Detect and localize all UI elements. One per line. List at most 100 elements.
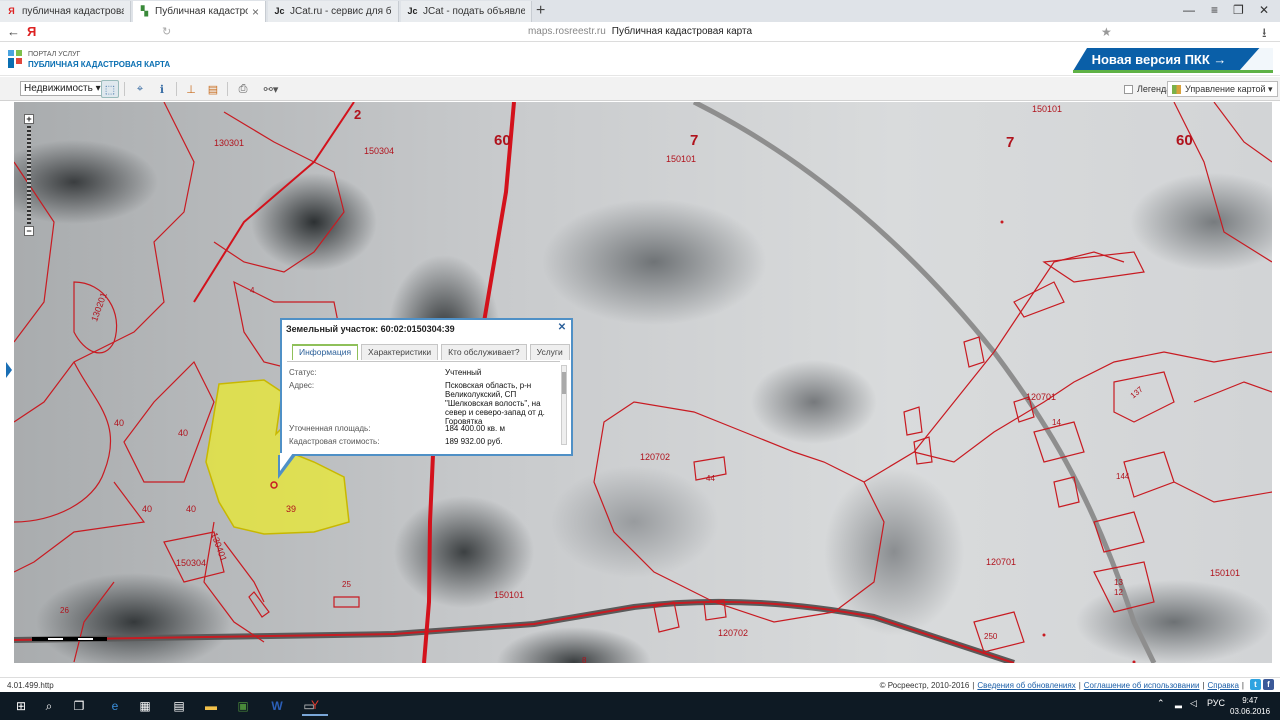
map-label: 150304 <box>364 146 395 156</box>
app-icon[interactable]: ▣ <box>232 696 254 716</box>
row-label: Статус: <box>289 368 317 377</box>
select-tool-icon[interactable]: ⬚ <box>101 80 119 98</box>
tab-who-serves[interactable]: Кто обслуживает? <box>441 344 527 360</box>
tab-characteristics[interactable]: Характеристики <box>361 344 439 360</box>
pkk-icon: ▚ <box>141 6 148 16</box>
info-tool-icon[interactable]: ℹ <box>153 80 171 98</box>
yandex-browser-icon[interactable]: Y <box>302 696 328 716</box>
map-label: 25 <box>342 580 351 589</box>
browser-tab-1[interactable]: Я публичная кадастровая карт <box>0 1 131 22</box>
map-control-select[interactable]: Управление картой ▾ <box>1167 81 1278 97</box>
windows-start-icon[interactable]: ⊞ <box>10 696 32 716</box>
map-control-label: Управление картой <box>1185 84 1266 94</box>
map-label: 120702 <box>640 452 671 462</box>
toolbar-divider <box>227 82 228 96</box>
zoom-out-button[interactable]: − <box>24 226 34 236</box>
map-label: 250 <box>984 632 998 641</box>
highway <box>14 598 1015 663</box>
side-panel-toggle-icon[interactable] <box>6 362 12 378</box>
map-label: 4 <box>250 286 255 295</box>
explorer-icon[interactable]: ▬ <box>200 696 222 716</box>
edge-icon[interactable]: e <box>104 696 126 716</box>
search-icon[interactable]: ⌕ <box>38 696 60 716</box>
zoom-in-button[interactable]: + <box>24 114 34 124</box>
map-label: 13 <box>1114 578 1123 587</box>
close-window-icon[interactable]: ✕ <box>1259 3 1269 17</box>
address-field[interactable]: maps.rosreestr.ru Публичная кадастровая к… <box>0 26 1280 37</box>
updates-link[interactable]: Сведения об обновлениях <box>974 681 1078 690</box>
layer-select-value: Недвижимость <box>24 83 93 94</box>
bookmark-star-icon[interactable]: ★ <box>1101 25 1112 39</box>
row-value: 189 932.00 руб. <box>445 437 503 446</box>
row-label: Уточненная площадь: <box>289 424 371 433</box>
browser-tab-4[interactable]: Jc JCat - подать объявление, ра <box>401 1 532 22</box>
browser-tab-bar: Я публичная кадастровая карт ▚ Публичная… <box>0 0 1280 22</box>
toolbar-divider <box>176 82 177 96</box>
layer-select[interactable]: Недвижимость ▾ <box>20 81 105 96</box>
zoom-slider[interactable] <box>27 126 31 224</box>
highway-boundary <box>14 600 1015 663</box>
row-label: Адрес: <box>289 381 315 390</box>
version-text: 4.01.499.http <box>7 681 54 690</box>
print-icon[interactable]: ⎙ <box>234 80 252 98</box>
clock[interactable]: 9:47 03.06.2016 <box>1230 695 1270 717</box>
site-header: ПОРТАЛ УСЛУГ ПУБЛИЧНАЯ КАДАСТРОВАЯ КАРТА… <box>0 43 1280 76</box>
close-icon[interactable]: ✕ <box>557 323 567 333</box>
popup-tabs: Информация Характеристики Кто обслуживае… <box>292 344 570 360</box>
map-label: 130301 <box>214 138 245 148</box>
portal-logo-icon[interactable] <box>7 49 23 69</box>
clock-date: 03.06.2016 <box>1230 707 1271 716</box>
address-domain: maps.rosreestr.ru <box>527 26 606 37</box>
help-link[interactable]: Справка <box>1205 681 1242 690</box>
map-label: 40 <box>114 418 125 428</box>
map-label: 14 <box>1052 418 1061 427</box>
status-bar: 4.01.499.http © Росреестр, 2010-2016 | Св… <box>0 677 1280 692</box>
map-label: 144 <box>1116 472 1130 481</box>
zoom-control[interactable]: + − <box>24 114 34 236</box>
menu-icon[interactable]: ≡ <box>1211 3 1218 17</box>
network-icon[interactable]: ▂ <box>1175 698 1182 709</box>
twitter-icon[interactable]: t <box>1250 679 1261 690</box>
browser-tab-3[interactable]: Jc JCat.ru - сервис для быстрой <box>268 1 399 22</box>
parcel-info-popup: Земельный участок: 60:02:0150304:39 ✕ Ин… <box>280 318 573 456</box>
road <box>692 102 1157 663</box>
new-tab-button[interactable]: + <box>536 2 545 20</box>
map-label: 8 <box>582 656 587 663</box>
map-label: 60 <box>494 132 511 149</box>
browser-tab-2[interactable]: ▚ Публичная кадастровая × <box>133 1 266 22</box>
volume-icon[interactable]: ◁ <box>1190 698 1197 709</box>
link-icon[interactable]: ⚯▾ <box>258 80 284 98</box>
tray-arrow-icon[interactable]: ⌃ <box>1157 698 1165 709</box>
language-indicator[interactable]: РУС <box>1207 698 1225 708</box>
restore-icon[interactable]: ❐ <box>1233 3 1244 17</box>
cadastral-map[interactable]: 60 7 7 60 2 150101 150304 130301 130201 … <box>14 102 1272 663</box>
logo-bottom-text[interactable]: ПУБЛИЧНАЯ КАДАСТРОВАЯ КАРТА <box>28 60 170 69</box>
app-icon[interactable]: ▤ <box>168 696 190 716</box>
legend-toggle[interactable]: Легенда <box>1124 84 1171 94</box>
identify-tool-icon[interactable]: ⌖ <box>131 80 149 98</box>
tab-label: Публичная кадастровая <box>155 6 248 17</box>
area-tool-icon[interactable]: ▤ <box>204 80 222 98</box>
tab-label: JCat - подать объявление, ра <box>423 6 525 17</box>
new-version-stripe <box>1073 70 1273 73</box>
minimize-icon[interactable]: — <box>1183 3 1195 17</box>
district-boundary <box>193 102 355 303</box>
new-version-button[interactable]: Новая версия ПКК → <box>1073 48 1273 71</box>
close-icon[interactable]: × <box>252 5 259 19</box>
legend-checkbox[interactable] <box>1124 84 1133 94</box>
map-label: 40 <box>186 504 197 514</box>
terms-link[interactable]: Соглашение об использовании <box>1081 681 1203 690</box>
map-label: 2 <box>354 107 362 122</box>
jcat-icon: Jc <box>407 6 418 16</box>
word-icon[interactable]: W <box>266 696 288 716</box>
jcat-icon: Jc <box>274 6 285 16</box>
store-icon[interactable]: ▦ <box>134 696 156 716</box>
scale-bar <box>32 637 107 641</box>
measure-tool-icon[interactable]: ⊥ <box>182 80 200 98</box>
facebook-icon[interactable]: f <box>1263 679 1274 690</box>
tab-services[interactable]: Услуги <box>529 344 570 360</box>
popup-scrollbar[interactable] <box>561 365 567 445</box>
taskbar: ⊞ ⌕ ❐ e ▦ ▤ ▬ ▣ W ▭ Y ⌃ ▂ ◁ РУС 9:47 03.… <box>0 692 1280 720</box>
task-view-icon[interactable]: ❐ <box>68 696 90 716</box>
tab-information[interactable]: Информация <box>292 344 359 360</box>
